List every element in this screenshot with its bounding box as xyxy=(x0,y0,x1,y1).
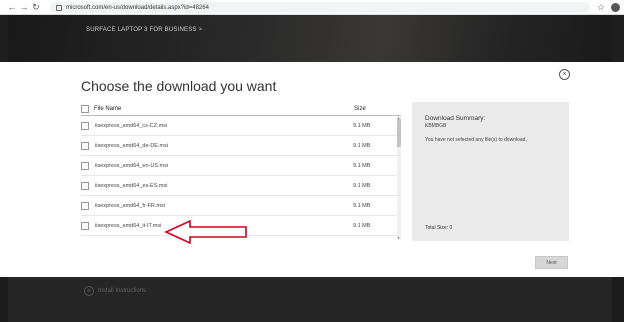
file-name: iisexpress_amd64_it-IT.msi xyxy=(95,222,162,229)
file-size: 9.1 MB xyxy=(353,142,371,149)
plus-icon[interactable]: + xyxy=(84,286,94,296)
hero-image xyxy=(8,15,612,62)
file-row[interactable]: iisexpress_amd64_de-DE.msi 9.1 MB xyxy=(81,136,397,156)
summary-size-units: KBMBGB xyxy=(425,123,447,129)
hero-banner: SURFACE LAPTOP 3 FOR BUSINESS > xyxy=(0,15,624,62)
footer-panel xyxy=(8,277,612,322)
address-url: microsoft.com/en-us/download/details.asp… xyxy=(66,4,209,11)
file-size: 9.1 MB xyxy=(353,182,371,189)
scroll-down-icon[interactable]: ▼ xyxy=(397,236,400,240)
summary-title: Download Summary: xyxy=(425,115,486,122)
red-arrow-annotation-icon xyxy=(164,220,247,244)
reload-icon[interactable]: ↻ xyxy=(30,1,42,13)
file-name: iisexpress_amd64_cs-CZ.msi xyxy=(95,122,168,129)
bookmark-star-icon[interactable]: ☆ xyxy=(597,2,605,13)
file-size: 9.1 MB xyxy=(353,122,371,129)
lock-icon xyxy=(56,4,62,11)
hero-link[interactable]: SURFACE LAPTOP 3 FOR BUSINESS > xyxy=(86,27,202,33)
header-file-name: File Name xyxy=(94,106,122,112)
file-checkbox[interactable] xyxy=(81,121,89,130)
file-name: iisexpress_amd64_fr-FR.msi xyxy=(95,202,165,209)
file-size: 9.1 MB xyxy=(353,202,371,209)
file-name: iisexpress_amd64_es-ES.msi xyxy=(95,182,168,189)
profile-avatar-icon[interactable] xyxy=(611,3,620,12)
file-list-scrollbar[interactable]: ▲ ▼ xyxy=(397,116,401,240)
summary-total-size: Total Size: 0 xyxy=(425,225,453,231)
download-summary-panel: Download Summary: KBMBGB You have not se… xyxy=(412,102,569,241)
scrollbar-thumb[interactable] xyxy=(397,119,401,147)
next-button[interactable]: Next xyxy=(535,256,568,269)
file-row[interactable]: iisexpress_amd64_en-US.msi 9.1 MB xyxy=(81,156,397,176)
summary-message: You have not selected any file(s) to dow… xyxy=(425,137,527,143)
file-checkbox[interactable] xyxy=(81,181,89,190)
page-footer-area: + Install Instructions xyxy=(0,277,624,322)
close-icon[interactable]: × xyxy=(559,69,570,80)
file-checkbox[interactable] xyxy=(81,161,89,170)
file-size: 9.1 MB xyxy=(353,222,371,229)
file-row[interactable]: iisexpress_amd64_cs-CZ.msi 9.1 MB xyxy=(81,116,397,136)
address-bar[interactable]: microsoft.com/en-us/download/details.asp… xyxy=(50,2,590,13)
browser-toolbar: ← → ↻ microsoft.com/en-us/download/detai… xyxy=(0,0,624,15)
file-size: 9.1 MB xyxy=(353,162,371,169)
back-icon[interactable]: ← xyxy=(6,1,18,13)
file-row[interactable]: iisexpress_amd64_es-ES.msi 9.1 MB xyxy=(81,176,397,196)
file-checkbox[interactable] xyxy=(81,141,89,150)
file-name: iisexpress_amd64_de-DE.msi xyxy=(95,142,169,149)
file-checkbox[interactable] xyxy=(81,201,89,210)
file-row[interactable]: iisexpress_amd64_fr-FR.msi 9.1 MB xyxy=(81,196,397,216)
select-all-checkbox[interactable] xyxy=(81,105,89,113)
download-dialog: × Choose the download you want File Name… xyxy=(8,62,612,277)
file-name: iisexpress_amd64_en-US.msi xyxy=(95,162,169,169)
install-instructions-toggle[interactable]: + Install Instructions xyxy=(84,286,146,296)
file-checkbox[interactable] xyxy=(81,221,89,230)
dialog-title: Choose the download you want xyxy=(81,78,277,94)
file-list-header: File Name Size xyxy=(81,103,401,115)
header-size: Size xyxy=(354,106,366,112)
forward-icon[interactable]: → xyxy=(18,1,30,13)
install-instructions-label: Install Instructions xyxy=(98,288,147,294)
browser-actions: ☆ xyxy=(597,2,620,13)
